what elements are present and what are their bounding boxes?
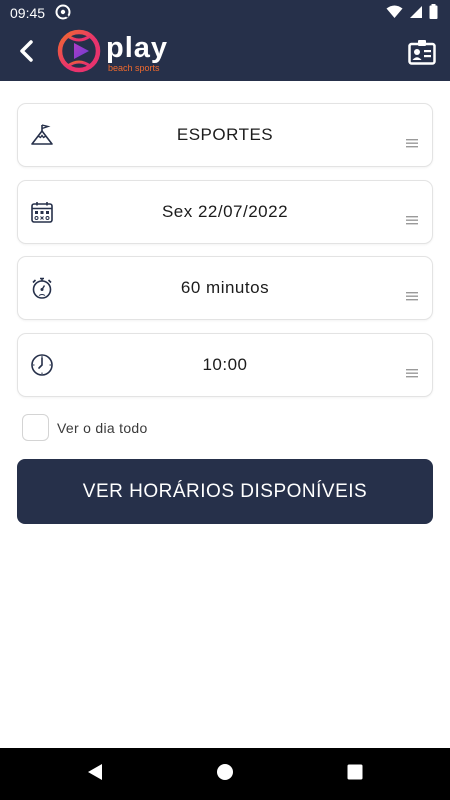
logo-tagline: beach sports bbox=[108, 63, 160, 73]
battery-icon bbox=[429, 4, 438, 22]
view-available-times-button[interactable]: VER HORÁRIOS DISPONÍVEIS bbox=[17, 459, 433, 524]
drag-handle-icon bbox=[406, 212, 418, 225]
drag-handle-icon bbox=[406, 135, 418, 148]
sport-value: ESPORTES bbox=[176, 125, 274, 144]
drag-handle-icon bbox=[406, 288, 418, 301]
app-bar: play beach sports bbox=[0, 26, 450, 81]
drag-handle-icon bbox=[406, 365, 418, 378]
sport-selector[interactable]: ESPORTES bbox=[17, 103, 433, 167]
logo-wordmark: play bbox=[106, 32, 169, 64]
back-button[interactable] bbox=[0, 26, 52, 81]
all-day-label: Ver o dia todo bbox=[57, 419, 148, 436]
time-selector[interactable]: 10:00 bbox=[17, 333, 433, 397]
time-value: 10:00 bbox=[202, 355, 248, 374]
stopwatch-icon bbox=[30, 276, 54, 300]
id-card-icon bbox=[408, 39, 436, 70]
all-day-checkbox[interactable] bbox=[22, 414, 49, 441]
nav-recents-button[interactable] bbox=[290, 748, 420, 800]
calendar-icon bbox=[30, 200, 54, 224]
back-triangle-icon bbox=[86, 763, 104, 786]
wifi-icon bbox=[386, 5, 403, 22]
date-selector[interactable]: Sex 22/07/2022 bbox=[17, 180, 433, 244]
clock-icon bbox=[30, 353, 54, 377]
all-day-option[interactable]: Ver o dia todo bbox=[22, 414, 148, 441]
home-circle-icon bbox=[216, 763, 234, 786]
nav-home-button[interactable] bbox=[160, 748, 290, 800]
logo-ball-icon bbox=[56, 28, 102, 79]
mountain-flag-icon bbox=[30, 123, 54, 147]
recents-square-icon bbox=[347, 764, 363, 785]
status-bar: 09:45 bbox=[0, 0, 450, 26]
status-time: 09:45 bbox=[10, 5, 46, 21]
chevron-left-icon bbox=[17, 40, 35, 67]
system-nav-bar bbox=[0, 748, 450, 800]
date-value: Sex 22/07/2022 bbox=[161, 202, 289, 221]
nav-back-button[interactable] bbox=[30, 748, 160, 800]
app-logo: play beach sports bbox=[56, 28, 168, 79]
duration-selector[interactable]: 60 minutos bbox=[17, 256, 433, 320]
profile-card-button[interactable] bbox=[402, 34, 442, 74]
signal-icon bbox=[409, 5, 423, 22]
duration-value: 60 minutos bbox=[180, 278, 270, 297]
vpn-icon bbox=[55, 4, 71, 23]
